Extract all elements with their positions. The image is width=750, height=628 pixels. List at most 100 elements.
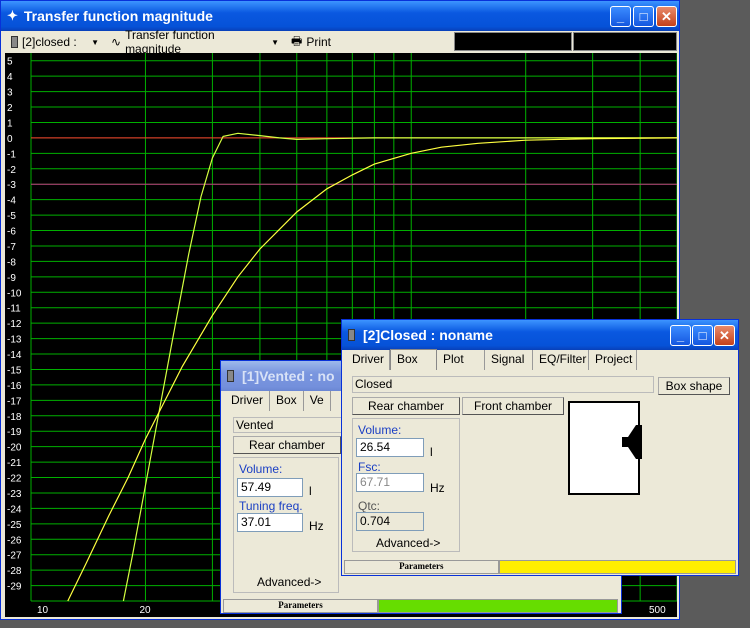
y-tick-label: -20 [7,443,22,454]
y-tick-label: 5 [7,57,13,68]
y-tick-label: -23 [7,489,22,500]
vented-tabs: Driver Box Ve [225,391,335,411]
window-icon [227,370,234,382]
main-window-title: Transfer function magnitude [23,8,213,24]
vented-box-type: Vented [233,417,345,433]
rear-chamber-button[interactable]: Rear chamber [233,436,341,454]
y-tick-label: -22 [7,474,22,485]
y-tick-label: -16 [7,381,22,392]
volume-field[interactable]: 57.49 [237,478,303,497]
volume-label: Volume: [358,423,402,437]
readout-box-1 [454,32,572,51]
closed-window: [2]Closed : noname _ □ ✕ Driver Box Plot… [341,319,739,576]
vented-statusbar: Parameters [223,599,619,613]
close-button[interactable]: ✕ [656,6,677,27]
minimize-button[interactable]: _ [670,325,691,346]
project-select[interactable]: [2]closed : ▼ [5,32,105,52]
volume-field[interactable]: 26.54 [356,438,424,457]
readout-box-2 [573,32,677,51]
y-tick-label: -28 [7,566,22,577]
x-tick-label: 500 [649,605,666,616]
fsc-unit: Hz [430,481,445,495]
status-label: Parameters [344,560,499,574]
rear-chamber-button[interactable]: Rear chamber [352,397,460,415]
y-tick-label: -11 [7,304,21,315]
tuning-field[interactable]: 37.01 [237,513,303,532]
tab-plot[interactable]: Plot [437,350,485,370]
tab-box[interactable]: Box [390,349,437,370]
y-tick-label: -15 [7,365,22,376]
front-chamber-button[interactable]: Front chamber [462,397,564,415]
y-tick-label: -27 [7,551,22,562]
y-tick-label: -8 [7,257,16,268]
main-title-bar[interactable]: ✦ Transfer function magnitude _ □ ✕ [1,1,679,31]
tab-signal[interactable]: Signal [485,350,533,370]
x-tick-label: 10 [37,605,49,616]
maximize-button[interactable]: □ [692,325,713,346]
y-tick-label: -3 [7,180,16,191]
y-tick-label: -29 [7,582,22,593]
app-icon: ✦ [7,8,18,23]
close-button[interactable]: ✕ [714,325,735,346]
fsc-field: 67.71 [356,473,424,492]
y-tick-label: -17 [7,396,22,407]
volume-unit: l [309,484,312,498]
y-tick-label: -5 [7,211,16,222]
closed-tabs: Driver Box Plot Signal EQ/Filter Project [346,349,736,370]
speaker-icon [622,425,642,459]
tab-driver[interactable]: Driver [225,391,270,411]
tab-project[interactable]: Project [589,350,637,370]
box-preview [568,401,642,495]
closed-box-type: Closed [352,376,654,393]
tab-eq-filter[interactable]: EQ/Filter [533,350,589,370]
y-tick-label: -9 [7,273,16,284]
closed-statusbar: Parameters [344,560,736,574]
y-tick-label: 1 [7,118,13,129]
qtc-field: 0.704 [356,512,424,531]
status-indicator [498,560,736,574]
fsc-label: Fsc: [358,460,381,474]
minimize-button[interactable]: _ [610,6,631,27]
y-tick-label: -21 [7,458,22,469]
y-tick-label: 4 [7,72,13,83]
y-tick-label: -6 [7,227,16,238]
y-tick-label: -4 [7,196,16,207]
box-shape-button[interactable]: Box shape [658,377,730,395]
y-tick-label: -7 [7,242,16,253]
printer-icon: 🖶 [291,33,303,48]
chevron-down-icon: ▼ [91,37,99,47]
x-tick-label: 20 [139,605,151,616]
y-tick-label: -14 [7,350,22,361]
chevron-down-icon: ▼ [271,37,279,47]
project-icon [11,36,18,48]
y-tick-label: 2 [7,103,13,114]
plot-select[interactable]: ∿ Transfer function magnitude ▼ [105,28,285,56]
y-tick-label: -1 [7,149,16,160]
window-icon [348,329,355,341]
y-tick-label: -13 [7,335,22,346]
main-toolbar: [2]closed : ▼ ∿ Transfer function magnit… [5,28,677,56]
advanced-link[interactable]: Advanced-> [257,575,321,589]
print-button[interactable]: 🖶 Print [285,32,337,52]
status-label: Parameters [223,599,378,613]
y-tick-label: -10 [7,288,22,299]
advanced-link[interactable]: Advanced-> [376,536,440,550]
y-tick-label: -19 [7,427,22,438]
closed-title-bar[interactable]: [2]Closed : noname _ □ ✕ [342,320,738,350]
y-tick-label: -26 [7,535,22,546]
tuning-unit: Hz [309,519,324,533]
wave-icon: ∿ [111,35,122,49]
tab-box[interactable]: Box [270,391,304,411]
y-tick-label: -18 [7,412,22,423]
y-tick-label: 3 [7,88,13,99]
status-indicator [378,599,618,613]
y-tick-label: 0 [7,134,13,145]
volume-unit: l [430,445,433,459]
volume-label: Volume: [239,462,283,476]
tab-ve[interactable]: Ve [304,391,331,411]
tab-driver[interactable]: Driver [346,350,390,370]
y-tick-label: -2 [7,165,16,176]
tuning-label: Tuning freq. [239,499,303,513]
y-tick-label: -24 [7,504,22,515]
maximize-button[interactable]: □ [633,6,654,27]
